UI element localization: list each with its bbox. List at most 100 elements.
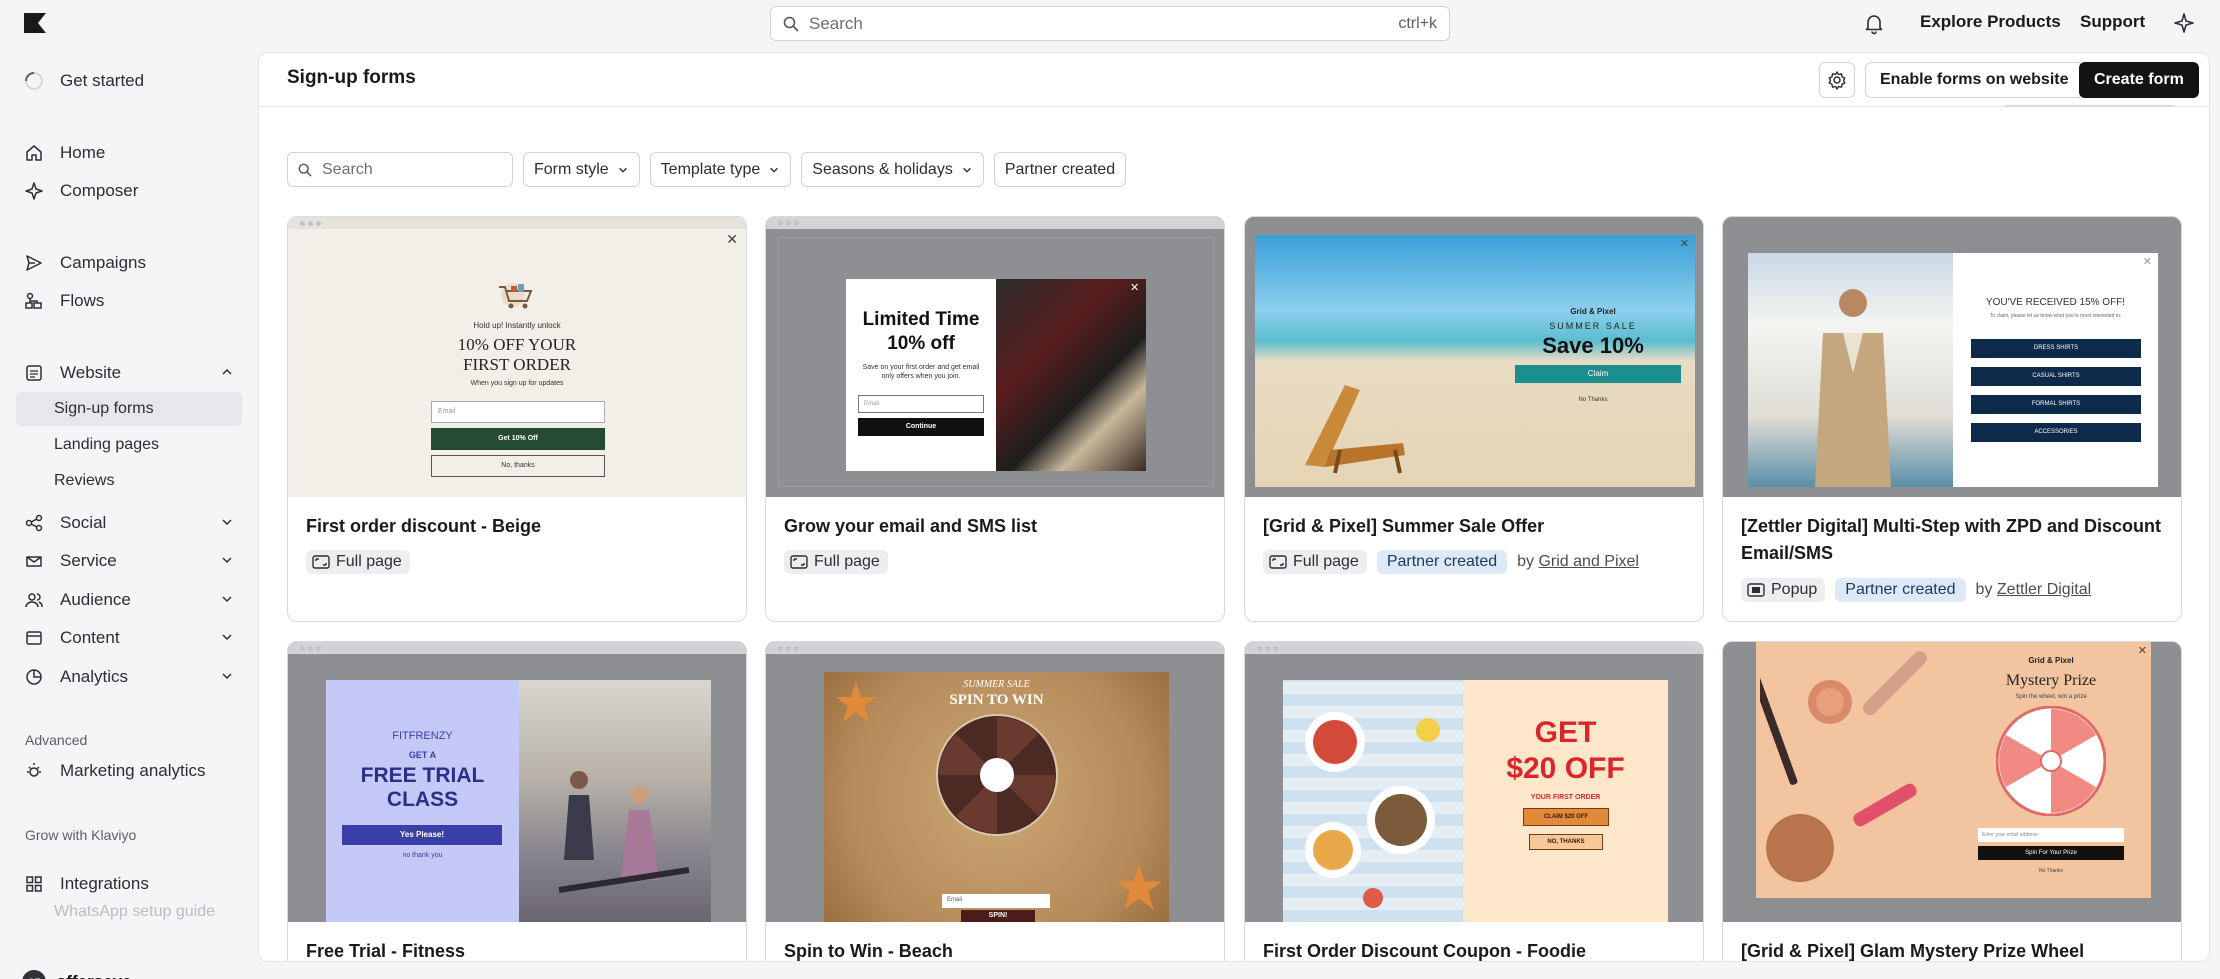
preview-email-field: Email <box>431 401 605 423</box>
template-card[interactable]: ✕ YOU'VE RECEIVED 15% OFF! To claim, ple… <box>1722 216 2182 622</box>
global-search-input[interactable]: Search ctrl+k <box>770 6 1450 41</box>
preview-option-button: ACCESSORIES <box>1971 423 2141 442</box>
form-style-dropdown[interactable]: Form style <box>523 152 640 187</box>
prize-wheel <box>1996 706 2106 816</box>
template-type-dropdown[interactable]: Template type <box>649 152 792 187</box>
filter-bar: Search Form style Template type Seasons … <box>287 152 1127 187</box>
preview-cta-button: Spin For Your Prize <box>1978 846 2124 860</box>
preview-image <box>519 680 711 922</box>
browser-bar <box>766 217 1224 229</box>
chevron-down-icon <box>222 634 232 641</box>
sidebar-item-flows[interactable]: Flows <box>16 284 242 318</box>
grid-icon <box>22 872 46 896</box>
sidebar-item-audience[interactable]: Audience <box>16 583 242 617</box>
enable-forms-button[interactable]: Enable forms on website <box>1865 62 2084 98</box>
support-link[interactable]: Support <box>2080 12 2145 32</box>
preview-headline: CLASS <box>386 788 459 811</box>
author-link[interactable]: Zettler Digital <box>1997 581 2091 598</box>
type-tag: Full page <box>784 550 888 574</box>
preview-decline-button: NO, THANKS <box>1529 834 1603 850</box>
chevron-down-icon <box>144 975 158 979</box>
close-icon: ✕ <box>726 231 738 247</box>
seasons-dropdown[interactable]: Seasons & holidays <box>801 152 984 187</box>
sidebar-item-composer[interactable]: Composer <box>16 174 242 208</box>
pie-icon <box>22 665 46 689</box>
template-card[interactable]: GET $20 OFF YOUR FIRST ORDER CLAIM $20 O… <box>1244 641 1704 961</box>
partner-created-filter[interactable]: Partner created <box>993 152 1127 187</box>
template-card[interactable]: FITFRENZY GET A FREE TRIAL CLASS Yes Ple… <box>287 641 747 961</box>
preview-email-field: Email <box>858 395 984 413</box>
template-card[interactable]: ✕ Grid & Pixel SUMMER SALE Save 10% Clai… <box>1244 216 1704 622</box>
preview-email-field: Enter your email address <box>1978 828 2124 842</box>
klaviyo-logo-icon[interactable] <box>24 13 46 33</box>
sidebar-item-whatsapp[interactable]: WhatsApp setup guide <box>54 903 215 921</box>
search-placeholder: Search <box>322 160 373 178</box>
food-bowls-illustration <box>1305 712 1440 908</box>
preview-headline: YOU'VE RECEIVED 15% OFF! <box>1985 297 2126 308</box>
preview-popup: SUMMER SALE SPIN TO WIN Email SPIN! <box>824 672 1169 922</box>
sidebar-item-label: Campaigns <box>60 253 146 272</box>
search-icon <box>783 16 799 32</box>
template-preview: SUMMER SALE SPIN TO WIN Email SPIN! <box>766 642 1224 922</box>
template-title: First Order Discount Coupon - Foodie <box>1263 941 1586 961</box>
template-tags: Popup Partner created by Zettler Digital <box>1741 578 2091 602</box>
template-card[interactable]: ✕ Grid & Pixel Mystery Prize Spin the wh… <box>1722 641 2182 961</box>
sparkle-icon <box>22 179 46 203</box>
browser-bar <box>1245 642 1703 654</box>
sidebar-item-reviews[interactable]: Reviews <box>16 464 242 498</box>
close-icon: ✕ <box>1130 282 1140 294</box>
sidebar-item-marketing-analytics[interactable]: Marketing analytics <box>16 754 242 788</box>
tag-label: Full page <box>1293 553 1359 570</box>
preview-decline-link: No Thanks <box>2038 868 2064 874</box>
preview-headline: Mystery Prize <box>2005 672 2097 689</box>
bell-icon[interactable] <box>1862 11 1886 35</box>
sidebar-item-label: Get started <box>60 71 145 90</box>
sidebar-item-content[interactable]: Content <box>16 621 242 655</box>
sidebar-item-label: Marketing analytics <box>60 761 206 780</box>
settings-button[interactable] <box>1819 62 1855 98</box>
home-icon <box>22 141 46 165</box>
search-shortcut: ctrl+k <box>1398 14 1437 32</box>
main-panel: Sign-up forms Enable forms on website Cr… <box>258 52 2210 962</box>
sidebar-item-signup-forms[interactable]: Sign-up forms <box>16 392 242 426</box>
preview-image <box>1283 680 1463 922</box>
account-switcher[interactable]: OF offerseye <box>22 970 158 979</box>
page-title: Sign-up forms <box>287 67 416 88</box>
template-preview: ✕ Grid & Pixel Mystery Prize Spin the wh… <box>1723 642 2181 922</box>
chevron-up-icon <box>222 368 232 375</box>
template-title: Grow your email and SMS list <box>784 516 1038 536</box>
sidebar-item-landing-pages[interactable]: Landing pages <box>16 428 242 462</box>
sidebar-item-home[interactable]: Home <box>16 136 242 170</box>
avatar: OF <box>22 970 46 979</box>
ai-sparkle-icon[interactable] <box>2172 11 2196 35</box>
explore-products-link[interactable]: Explore Products <box>1920 12 2061 32</box>
progress-spinner-icon <box>22 69 46 93</box>
partner-created-badge: Partner created <box>1835 578 1966 602</box>
create-form-button[interactable]: Create form <box>2079 62 2199 98</box>
preview-kicker: GET A <box>408 750 437 760</box>
sidebar-item-get-started[interactable]: Get started <box>16 64 242 98</box>
sidebar-item-social[interactable]: Social <box>16 506 242 540</box>
sidebar-item-campaigns[interactable]: Campaigns <box>16 246 242 280</box>
browser-dots <box>778 646 799 651</box>
preview-headline: SPIN TO WIN <box>949 692 1044 708</box>
template-preview: ✕ Limited Time 10% off Save on your firs… <box>766 217 1224 497</box>
preview-subtext: Save on your first order and get email o… <box>862 364 980 380</box>
template-card[interactable]: ✕ Hold up! Instantly unlock 10% OFF YOUR… <box>287 216 747 622</box>
chevron-down-icon <box>962 167 971 173</box>
folder-icon <box>22 626 46 650</box>
sidebar-item-integrations[interactable]: Integrations <box>16 867 242 901</box>
sidebar-item-website[interactable]: Website <box>16 356 242 390</box>
template-card[interactable]: ✕ Limited Time 10% off Save on your firs… <box>765 216 1225 622</box>
sidebar-item-label: Composer <box>60 181 139 200</box>
sidebar-item-analytics[interactable]: Analytics <box>16 660 242 694</box>
author-link[interactable]: Grid and Pixel <box>1538 553 1639 570</box>
bulb-icon <box>22 759 46 783</box>
template-card[interactable]: SUMMER SALE SPIN TO WIN Email SPIN! Spin… <box>765 641 1225 961</box>
sidebar-item-service[interactable]: Service <box>16 544 242 578</box>
sidebar-item-label: Website <box>60 363 122 382</box>
preview-cta-button: Continue <box>858 418 984 436</box>
template-search-input[interactable]: Search <box>287 152 513 187</box>
dropdown-label: Template type <box>660 160 761 178</box>
template-tags: Full page <box>784 550 888 574</box>
